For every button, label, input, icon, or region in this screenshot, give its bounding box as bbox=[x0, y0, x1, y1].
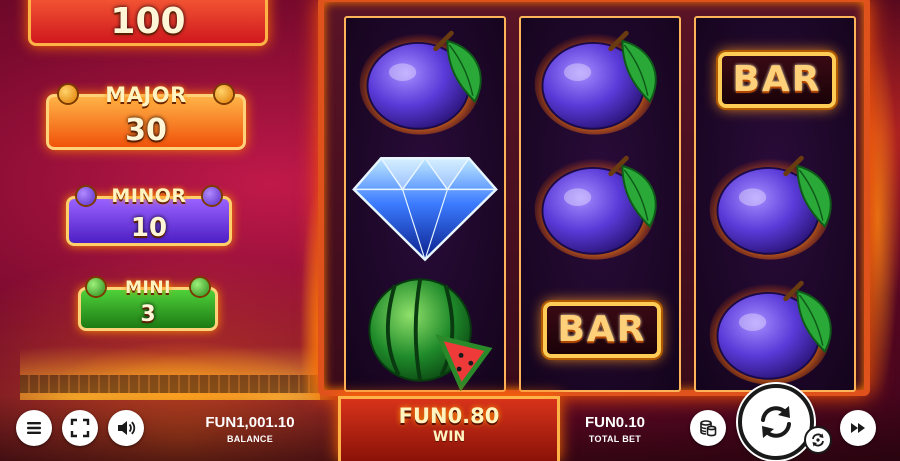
balance-label: BALANCE bbox=[226, 434, 274, 444]
spin-arrows-icon bbox=[761, 406, 791, 438]
bet-settings-button[interactable] bbox=[690, 410, 726, 446]
grand-jackpot: 100 bbox=[28, 0, 268, 46]
reel-1-symbol-2 bbox=[346, 143, 504, 268]
fullscreen-icon bbox=[70, 418, 90, 438]
speaker-icon bbox=[118, 421, 136, 435]
reel-1-symbol-3 bbox=[346, 268, 504, 393]
reel-1-symbol-1 bbox=[346, 18, 504, 143]
reel-3-symbol-1: BAR bbox=[696, 18, 854, 143]
menu-button[interactable] bbox=[16, 410, 52, 446]
win-panel: FUN0.80 WIN bbox=[338, 396, 560, 461]
balance-value: FUN1,001.10 bbox=[205, 414, 295, 431]
menu-icon bbox=[27, 422, 41, 434]
win-label: WIN bbox=[432, 429, 466, 445]
major-jackpot: MAJOR 30 bbox=[46, 83, 246, 150]
reel-2-symbol-3: BAR bbox=[521, 268, 679, 393]
minor-jackpot-value: 10 bbox=[130, 213, 168, 243]
bar-symbol: BAR bbox=[718, 52, 836, 108]
total-bet-value: FUN0.10 bbox=[584, 414, 646, 431]
spin-button[interactable] bbox=[738, 384, 814, 460]
mini-jackpot-title: MINI bbox=[125, 278, 171, 298]
win-value: FUN0.80 bbox=[398, 404, 500, 428]
autoplay-button[interactable] bbox=[804, 426, 832, 454]
fullscreen-button[interactable] bbox=[62, 410, 98, 446]
major-jackpot-title: MAJOR bbox=[105, 83, 187, 107]
total-bet-label: TOTAL BET bbox=[588, 434, 642, 444]
bar-symbol: BAR bbox=[543, 302, 661, 358]
major-jackpot-value: 30 bbox=[125, 113, 167, 148]
plum-symbol-icon bbox=[696, 143, 854, 268]
reel-3-symbol-3 bbox=[696, 268, 854, 393]
reel-2: BAR bbox=[519, 16, 681, 392]
fast-forward-icon bbox=[851, 423, 865, 433]
grand-jackpot-value: 100 bbox=[110, 1, 186, 42]
mini-jackpot-value: 3 bbox=[140, 302, 156, 327]
watermelon-symbol-icon bbox=[346, 268, 504, 393]
total-bet-display: FUN0.10 TOTAL BET bbox=[565, 414, 665, 444]
reel-2-symbol-1 bbox=[521, 18, 679, 143]
turbo-button[interactable] bbox=[840, 410, 876, 446]
coin-stack-icon bbox=[700, 420, 717, 437]
reel-2-symbol-2 bbox=[521, 143, 679, 268]
reel-1 bbox=[344, 16, 506, 392]
bottom-bar: FUN1,001.10 BALANCE FUN0.80 WIN FUN0.10 … bbox=[0, 384, 900, 461]
plum-symbol-icon bbox=[346, 18, 504, 143]
plum-symbol-icon bbox=[521, 143, 679, 268]
sound-button[interactable] bbox=[108, 410, 144, 446]
reel-frame: BAR BAR bbox=[318, 0, 870, 396]
plum-symbol-icon bbox=[696, 268, 854, 393]
balance-display: FUN1,001.10 BALANCE bbox=[190, 414, 310, 444]
diamond-symbol-icon bbox=[346, 143, 504, 268]
reel-3: BAR bbox=[694, 16, 856, 392]
plum-symbol-icon bbox=[521, 18, 679, 143]
reel-3-symbol-2 bbox=[696, 143, 854, 268]
autoplay-icon bbox=[812, 433, 824, 447]
minor-jackpot-title: MINOR bbox=[111, 185, 187, 207]
mini-jackpot: MINI 3 bbox=[78, 278, 218, 331]
grill-decoration bbox=[20, 375, 320, 393]
minor-jackpot: MINOR 10 bbox=[66, 185, 232, 246]
